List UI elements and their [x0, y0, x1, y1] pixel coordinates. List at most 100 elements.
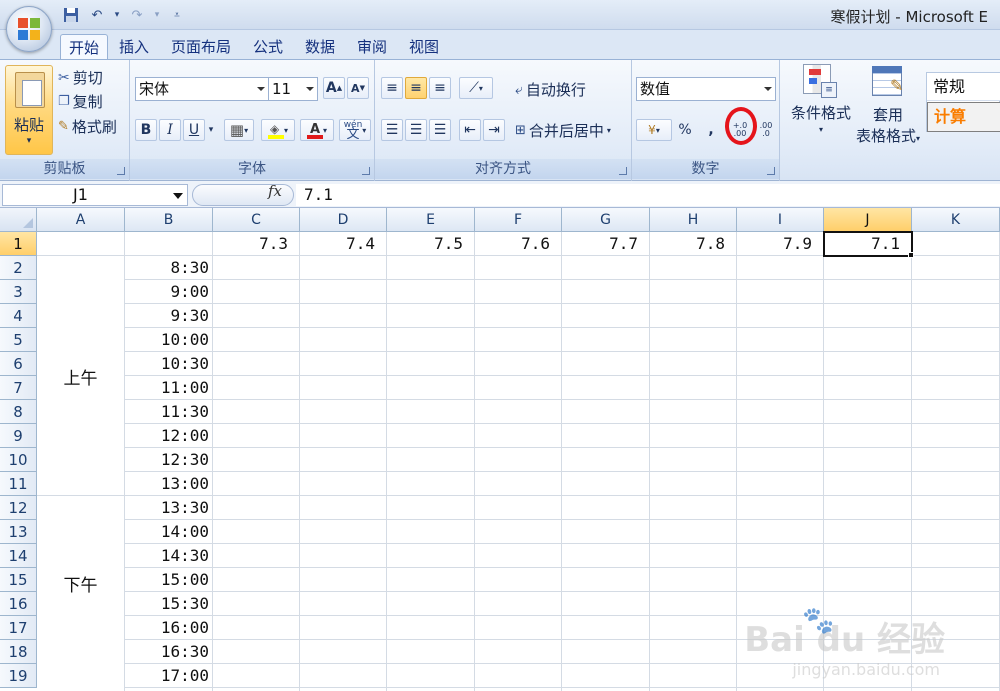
row-header-15[interactable]: 15	[0, 568, 37, 592]
time-cell[interactable]: 16:30	[125, 640, 209, 664]
format-as-table-button[interactable]: ✎ 套用 表格格式▾	[848, 64, 928, 146]
select-all-button[interactable]	[0, 208, 37, 232]
row-header-1[interactable]: 1	[0, 232, 37, 256]
row-header-2[interactable]: 2	[0, 256, 37, 280]
align-left-icon[interactable]: ☰	[381, 119, 403, 141]
name-box[interactable]: J1	[2, 184, 188, 206]
merged-cell-am[interactable]: 上午	[37, 256, 124, 495]
font-dialog-launcher-icon[interactable]	[362, 167, 370, 175]
tab-data[interactable]: 数据	[297, 34, 343, 60]
row-header-19[interactable]: 19	[0, 664, 37, 688]
merge-center-button[interactable]: ⊞ 合并后居中 ▾	[515, 120, 611, 141]
number-format-combo[interactable]: 数值	[636, 77, 776, 101]
time-cell[interactable]: 9:00	[125, 280, 209, 304]
date-cell[interactable]: 7.3	[213, 232, 288, 256]
time-cell[interactable]: 9:30	[125, 304, 209, 328]
align-middle-icon[interactable]: ≡	[405, 77, 427, 99]
underline-button[interactable]: U	[183, 119, 205, 141]
undo-dropdown-icon[interactable]: ▾	[112, 5, 122, 25]
shrink-font-button[interactable]: A ▼	[347, 77, 369, 99]
alignment-dialog-launcher-icon[interactable]	[619, 167, 627, 175]
tab-insert[interactable]: 插入	[111, 34, 157, 60]
formula-input[interactable]: 7.1	[296, 184, 1000, 206]
row-header-16[interactable]: 16	[0, 592, 37, 616]
column-header-e[interactable]: E	[387, 208, 475, 232]
style-normal[interactable]: 常规	[927, 73, 1000, 101]
time-cell[interactable]: 12:30	[125, 448, 209, 472]
column-header-d[interactable]: D	[300, 208, 387, 232]
align-center-icon[interactable]: ☰	[405, 119, 427, 141]
clipboard-dialog-launcher-icon[interactable]	[117, 167, 125, 175]
date-cell[interactable]: 7.6	[475, 232, 550, 256]
time-cell[interactable]: 13:00	[125, 472, 209, 496]
underline-dropdown-icon[interactable]: ▾	[205, 119, 217, 141]
comma-style-button[interactable]: ,	[700, 119, 722, 141]
time-cell[interactable]: 17:00	[125, 664, 209, 688]
align-right-icon[interactable]: ☰	[429, 119, 451, 141]
style-calculation[interactable]: 计算	[927, 102, 1000, 132]
font-name-combo[interactable]: 宋体	[135, 77, 269, 101]
merged-cell-pm[interactable]: 下午	[37, 496, 124, 691]
customize-qat-icon[interactable]: ⩡	[166, 5, 188, 25]
align-top-icon[interactable]: ≡	[381, 77, 403, 99]
tab-review[interactable]: 审阅	[349, 34, 395, 60]
wrap-text-button[interactable]: ⤶ 自动换行	[515, 79, 586, 100]
column-header-g[interactable]: G	[562, 208, 650, 232]
column-header-a[interactable]: A	[37, 208, 125, 232]
time-cell[interactable]: 11:30	[125, 400, 209, 424]
date-cell[interactable]: 7.7	[562, 232, 638, 256]
align-bottom-icon[interactable]: ≡	[429, 77, 451, 99]
cut-button[interactable]: ✂ 剪切	[58, 67, 103, 88]
accounting-format-button[interactable]: ¥ ▾	[636, 119, 672, 141]
tab-formulas[interactable]: 公式	[245, 34, 291, 60]
row-header-9[interactable]: 9	[0, 424, 37, 448]
column-header-i[interactable]: I	[737, 208, 824, 232]
time-cell[interactable]: 13:30	[125, 496, 209, 520]
row-header-10[interactable]: 10	[0, 448, 37, 472]
font-size-combo[interactable]: 11	[268, 77, 318, 101]
time-cell[interactable]: 15:00	[125, 568, 209, 592]
borders-button[interactable]: ▦ ▾	[224, 119, 254, 141]
format-painter-button[interactable]: ✎ 格式刷	[58, 116, 117, 137]
date-cell[interactable]: 7.4	[300, 232, 375, 256]
tab-page-layout[interactable]: 页面布局	[163, 34, 239, 60]
paste-button[interactable]: 粘贴 ▾	[5, 65, 53, 155]
row-header-12[interactable]: 12	[0, 496, 37, 520]
row-header-14[interactable]: 14	[0, 544, 37, 568]
column-header-f[interactable]: F	[475, 208, 562, 232]
column-header-b[interactable]: B	[125, 208, 213, 232]
tab-home[interactable]: 开始	[60, 34, 109, 60]
decrease-decimal-button[interactable]: .00 .0	[754, 119, 778, 141]
percent-style-button[interactable]: %	[674, 119, 696, 141]
increase-indent-icon[interactable]: ⇥	[483, 119, 505, 141]
row-header-18[interactable]: 18	[0, 640, 37, 664]
column-header-h[interactable]: H	[650, 208, 737, 232]
row-header-6[interactable]: 6	[0, 352, 37, 376]
time-cell[interactable]: 15:30	[125, 592, 209, 616]
fill-color-button[interactable]: ◈ ▾	[261, 119, 295, 141]
fill-handle[interactable]	[908, 252, 914, 258]
insert-function-icon[interactable]: fx	[268, 182, 282, 200]
row-header-4[interactable]: 4	[0, 304, 37, 328]
time-cell[interactable]: 12:00	[125, 424, 209, 448]
date-cell[interactable]: 7.9	[737, 232, 812, 256]
font-color-button[interactable]: A ▾	[300, 119, 334, 141]
date-cell[interactable]: 7.8	[650, 232, 725, 256]
time-cell[interactable]: 11:00	[125, 376, 209, 400]
italic-button[interactable]: I	[159, 119, 181, 141]
time-cell[interactable]: 10:00	[125, 328, 209, 352]
row-header-13[interactable]: 13	[0, 520, 37, 544]
conditional-formatting-button[interactable]: ≡ 条件格式 ▾	[786, 64, 856, 134]
tab-view[interactable]: 视图	[401, 34, 447, 60]
office-button[interactable]	[6, 6, 52, 52]
column-header-k[interactable]: K	[912, 208, 1000, 232]
time-cell[interactable]: 8:30	[125, 256, 209, 280]
phonetic-guide-button[interactable]: wén 文 ▾	[339, 119, 371, 141]
time-cell[interactable]: 16:00	[125, 616, 209, 640]
redo-dropdown-icon[interactable]: ▾	[152, 5, 162, 25]
column-header-c[interactable]: C	[213, 208, 300, 232]
row-header-5[interactable]: 5	[0, 328, 37, 352]
number-dialog-launcher-icon[interactable]	[767, 167, 775, 175]
redo-icon[interactable]: ↷	[126, 5, 148, 25]
time-cell[interactable]: 14:00	[125, 520, 209, 544]
